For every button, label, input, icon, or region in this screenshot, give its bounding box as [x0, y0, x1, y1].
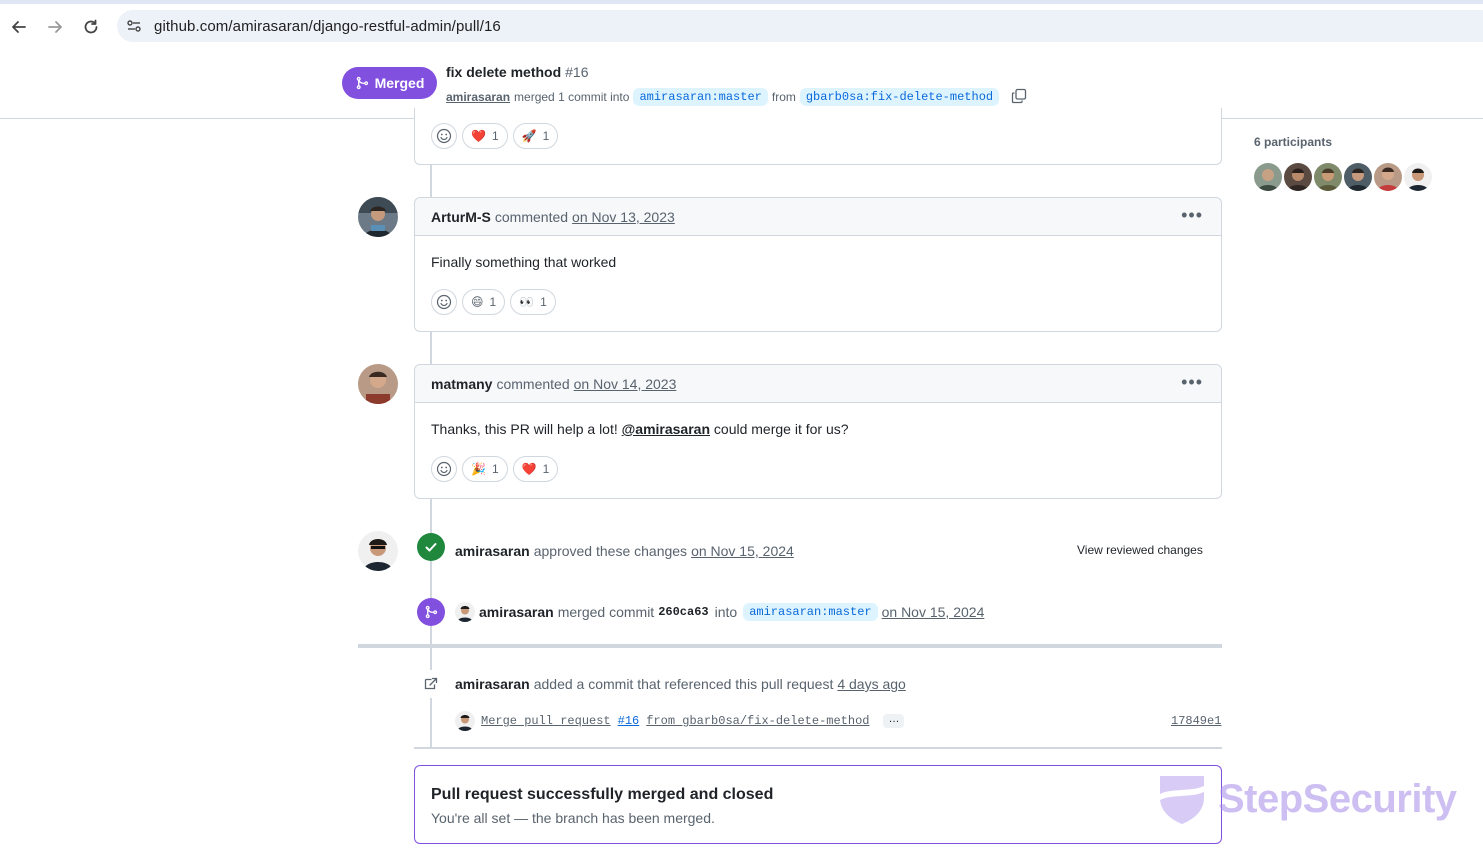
- comment-card: matmany commented on Nov 14, 2023 ••• Th…: [414, 364, 1222, 499]
- reaction-laugh[interactable]: 😄 1: [462, 289, 506, 315]
- url-text[interactable]: github.com/amirasaran/django-restful-adm…: [154, 18, 501, 35]
- issue-link[interactable]: #16: [618, 714, 640, 728]
- comment-author[interactable]: matmany: [431, 376, 492, 392]
- merged-panel-subtitle: You're all set — the branch has been mer…: [431, 810, 715, 826]
- merged-status-badge: Merged: [342, 67, 437, 99]
- merged-panel-title: Pull request successfully merged and clo…: [431, 786, 774, 803]
- comment-header: ArturM-S commented on Nov 13, 2023 •••: [415, 198, 1221, 236]
- kebab-menu-icon[interactable]: •••: [1181, 373, 1203, 391]
- participant-avatar[interactable]: [1254, 163, 1282, 191]
- referenced-commit: Merge pull request #16 from gbarb0sa/fix…: [455, 711, 905, 731]
- event-author[interactable]: amirasaran: [455, 543, 530, 559]
- pr-number: #16: [565, 64, 589, 80]
- event-author[interactable]: amirasaran: [479, 604, 554, 620]
- reload-icon[interactable]: [80, 16, 102, 38]
- pr-author-link[interactable]: amirasaran: [446, 90, 510, 104]
- base-branch[interactable]: amirasaran:master: [633, 88, 768, 106]
- address-bar[interactable]: github.com/amirasaran/django-restful-adm…: [117, 10, 1483, 42]
- comment-header: matmany commented on Nov 14, 2023 •••: [415, 365, 1221, 403]
- timeline-connector: [430, 331, 432, 364]
- copy-icon[interactable]: [1011, 88, 1029, 106]
- avatar-matmany[interactable]: [358, 364, 398, 404]
- reaction-eyes[interactable]: 👀 1: [510, 289, 556, 315]
- commit-message-link[interactable]: from gbarb0sa/fix-delete-method: [646, 714, 869, 728]
- timeline-end-divider: [414, 747, 1222, 749]
- merge-event-icon: [417, 598, 445, 626]
- event-date-link[interactable]: on Nov 15, 2024: [882, 604, 985, 620]
- browser-toolbar: github.com/amirasaran/django-restful-adm…: [0, 4, 1483, 48]
- pr-meta: amirasaran merged 1 commit into amirasar…: [446, 88, 1029, 106]
- comment-body: Finally something that worked: [431, 254, 617, 270]
- view-reviewed-changes-link[interactable]: View reviewed changes: [1077, 543, 1203, 557]
- add-reaction-button[interactable]: [431, 289, 457, 315]
- event-date-link[interactable]: 4 days ago: [837, 676, 906, 692]
- merged-status-panel: Pull request successfully merged and clo…: [414, 765, 1222, 844]
- add-reaction-button[interactable]: [431, 456, 457, 482]
- pr-title: fix delete method #16: [446, 64, 589, 80]
- participant-avatar[interactable]: [1374, 163, 1402, 191]
- reaction-rocket[interactable]: 🚀 1: [512, 123, 559, 149]
- avatar-arturm-s[interactable]: [358, 197, 398, 237]
- approved-check-icon: [417, 533, 445, 561]
- participants-label: 6 participants: [1254, 135, 1333, 149]
- cross-reference-icon: [417, 670, 445, 698]
- merge-event: amirasaran merged commit 260ca63 into am…: [455, 602, 984, 622]
- add-reaction-button[interactable]: [431, 123, 457, 149]
- timeline-divider: [358, 644, 1222, 648]
- merge-commit-sha[interactable]: 260ca63: [658, 605, 708, 619]
- reference-event: amirasaran added a commit that reference…: [455, 676, 906, 692]
- stepsecurity-watermark: StepSecurity: [1156, 772, 1457, 826]
- merge-target-branch[interactable]: amirasaran:master: [743, 603, 878, 621]
- watermark-text: StepSecurity: [1218, 776, 1457, 821]
- stepsecurity-logo-icon: [1160, 776, 1204, 824]
- kebab-menu-icon[interactable]: •••: [1181, 206, 1203, 224]
- smiley-icon: [436, 461, 452, 477]
- forward-arrow-icon[interactable]: [44, 16, 66, 38]
- participant-avatar[interactable]: [1404, 163, 1432, 191]
- comment-date-link[interactable]: on Nov 13, 2023: [572, 209, 675, 225]
- mention-link[interactable]: @amirasaran: [622, 421, 710, 437]
- head-branch[interactable]: gbarb0sa:fix-delete-method: [799, 88, 1000, 106]
- reaction-heart[interactable]: ❤️ 1: [462, 123, 508, 149]
- merge-icon: [356, 76, 368, 90]
- site-settings-icon[interactable]: [125, 17, 143, 35]
- comment-card: ArturM-S commented on Nov 13, 2023 ••• F…: [414, 197, 1222, 332]
- event-date-link[interactable]: on Nov 15, 2024: [691, 543, 794, 559]
- comment-body: Thanks, this PR will help a lot! @amiras…: [431, 421, 849, 437]
- approval-event: amirasaran approved these changes on Nov…: [455, 543, 794, 559]
- expand-commit-button[interactable]: …: [883, 714, 905, 728]
- commit-sha-link[interactable]: 17849e1: [1171, 714, 1221, 728]
- avatar-amirasaran-small[interactable]: [455, 602, 475, 622]
- back-arrow-icon[interactable]: [8, 16, 30, 38]
- reaction-hooray[interactable]: 🎉 1: [462, 456, 508, 482]
- smiley-icon: [436, 294, 452, 310]
- participants-list: [1254, 163, 1432, 191]
- comment-card: ❤️ 1 🚀 1: [414, 108, 1222, 165]
- timeline-connector: [430, 164, 432, 197]
- commit-message-link[interactable]: Merge pull request: [481, 714, 611, 728]
- comment-author[interactable]: ArturM-S: [431, 209, 491, 225]
- smiley-icon: [436, 128, 452, 144]
- event-author[interactable]: amirasaran: [455, 676, 530, 692]
- comment-date-link[interactable]: on Nov 14, 2023: [574, 376, 677, 392]
- reaction-heart[interactable]: ❤️ 1: [512, 456, 559, 482]
- participant-avatar[interactable]: [1344, 163, 1372, 191]
- participant-avatar[interactable]: [1284, 163, 1312, 191]
- participant-avatar[interactable]: [1314, 163, 1342, 191]
- avatar-amirasaran[interactable]: [358, 531, 398, 571]
- avatar-amirasaran-small[interactable]: [455, 711, 475, 731]
